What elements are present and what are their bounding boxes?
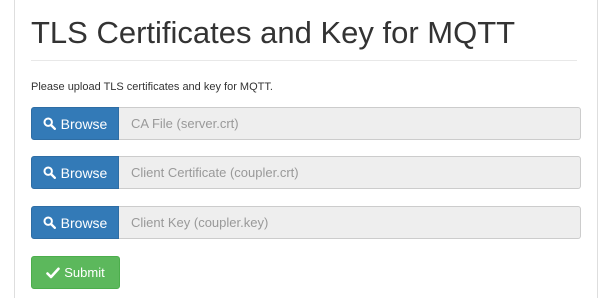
client-key-upload-row: Browse xyxy=(31,206,581,239)
browse-label: Browse xyxy=(60,214,108,231)
ca-file-upload-row: Browse xyxy=(31,107,581,140)
search-icon xyxy=(43,117,56,130)
tls-upload-panel: TLS Certificates and Key for MQTT Please… xyxy=(14,0,598,298)
submit-button[interactable]: Submit xyxy=(31,256,120,289)
submit-label: Submit xyxy=(64,265,105,280)
browse-label: Browse xyxy=(60,164,108,181)
browse-client-certificate-button[interactable]: Browse xyxy=(31,156,119,189)
upload-description: Please upload TLS certificates and key f… xyxy=(31,81,273,93)
client-certificate-field[interactable] xyxy=(119,156,581,189)
client-certificate-upload-row: Browse xyxy=(31,156,581,189)
check-icon xyxy=(46,266,61,279)
browse-client-key-button[interactable]: Browse xyxy=(31,206,119,239)
search-icon xyxy=(43,166,56,179)
title-divider xyxy=(31,60,577,61)
ca-file-field[interactable] xyxy=(119,107,581,140)
page-title: TLS Certificates and Key for MQTT xyxy=(31,15,516,50)
browse-label: Browse xyxy=(60,115,108,132)
search-icon xyxy=(43,216,56,229)
browse-ca-file-button[interactable]: Browse xyxy=(31,107,119,140)
client-key-field[interactable] xyxy=(119,206,581,239)
